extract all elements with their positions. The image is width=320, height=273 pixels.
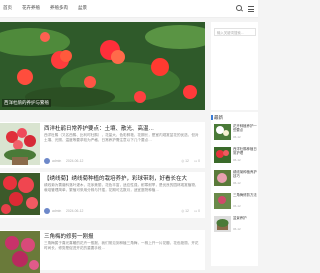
article-meta: admin 2024-06-12 ◎ 12 ▭ 0 (44, 158, 200, 164)
top-bar: 首页 花卉养殖 养殖多肉 盆景 (0, 0, 258, 18)
search-input[interactable]: 输入关键词搜索... (214, 28, 256, 36)
recent-posts-widget: 最新 花卉种植养护一些要点 06-12 西洋杜鹃种植日常护理 06-12 绣线菊… (211, 112, 258, 266)
list-item-date: 06-12 (233, 181, 241, 185)
article-card[interactable]: 三角梅的修剪一刚报 三角梅属于喜光喜暖的花卉一般报，我们常见到种植三角梅，一株上… (0, 230, 205, 273)
article-thumbnail[interactable] (0, 231, 40, 273)
main-content: 西洋杜鹃的养护与繁殖 西洋杜鹃日常养护要点：土壤、散光、高温… 西洋杜鹃（又名西… (0, 22, 205, 273)
list-item-thumbnail[interactable] (214, 193, 231, 209)
list-item[interactable]: 花卉种植养护一些要点 06-12 (214, 124, 258, 142)
list-item-date: 06-12 (233, 135, 241, 139)
view-count: 12 (185, 209, 189, 213)
comment-count: 0 (198, 159, 200, 163)
list-item-thumbnail[interactable] (214, 170, 231, 186)
comment-count: 0 (198, 209, 200, 213)
article-thumbnail[interactable] (0, 173, 40, 215)
list-item-thumbnail[interactable] (214, 147, 231, 163)
sidebar-search-box: 输入关键词搜索... (211, 22, 258, 110)
list-item[interactable]: 盆景养护 06-12 (214, 216, 258, 234)
hero-image (0, 22, 205, 110)
comment-icon: ▭ 0 (193, 209, 200, 213)
list-item[interactable]: 三角梅修剪方法 06-12 (214, 193, 258, 211)
list-item-thumbnail[interactable] (214, 216, 231, 232)
list-item-title[interactable]: 绣线菊种植养护技巧 (233, 170, 258, 179)
sidebar: 输入关键词搜索... 最新 花卉种植养护一些要点 06-12 西洋杜鹃种植日常护… (211, 22, 258, 266)
list-item-title[interactable]: 花卉种植养护一些要点 (233, 124, 258, 133)
article-excerpt: 西洋杜鹃（又名西鹃、比利时杜鹃），花量大、色彩鲜艳、花期长，是室内观赏盆花的优选… (44, 133, 199, 142)
list-item-date: 06-12 (233, 158, 241, 162)
search-icon[interactable] (236, 5, 244, 13)
article-title[interactable]: 西洋杜鹃日常养护要点：土壤、散光、高温… (44, 124, 202, 132)
avatar (44, 208, 50, 214)
article-date: 2024-06-12 (66, 209, 84, 213)
article-title[interactable]: 【绣线菊】绣线菊种植的栽培养护，彩球带刺，好看长在大 (44, 174, 202, 182)
list-item-thumbnail[interactable] (214, 124, 231, 140)
list-item[interactable]: 西洋杜鹃种植日常护理 06-12 (214, 147, 258, 165)
article-meta: admin 2024-06-12 ◎ 12 ▭ 0 (44, 208, 200, 214)
avatar (44, 158, 50, 164)
hero-caption[interactable]: 西洋杜鹃的养护与繁殖 (2, 99, 51, 107)
nav-item-succulents[interactable]: 养殖多肉 (50, 5, 68, 11)
list-item-title[interactable]: 盆景养护 (233, 216, 258, 225)
article-card[interactable]: 西洋杜鹃日常养护要点：土壤、散光、高温… 西洋杜鹃（又名西鹃、比利时杜鹃），花量… (0, 122, 205, 168)
nav-item-flowers[interactable]: 花卉养殖 (22, 5, 40, 11)
list-item-title[interactable]: 三角梅修剪方法 (233, 193, 258, 202)
eye-icon: ◎ 12 (181, 159, 189, 163)
list-item-date: 06-12 (233, 204, 241, 208)
article-card[interactable]: 【绣线菊】绣线菊种植的栽培养护，彩球带刺，好看长在大 绣线菊为蔷薇科落叶灌木，花… (0, 172, 205, 218)
view-count: 12 (185, 159, 189, 163)
article-title[interactable]: 三角梅的修剪一刚报 (44, 232, 202, 240)
article-excerpt: 三角梅属于喜光喜暖的花卉一般报，我们常见到种植三角梅，一株上开一片花瓣，花色艳丽… (44, 241, 199, 250)
comment-icon: ▭ 0 (193, 159, 200, 163)
widget-title: 最新 (211, 115, 223, 120)
nav-item-home[interactable]: 首页 (3, 5, 12, 11)
article-thumbnail[interactable] (0, 123, 40, 165)
menu-icon[interactable] (248, 5, 256, 13)
article-date: 2024-06-12 (66, 159, 84, 163)
list-item-title[interactable]: 西洋杜鹃种植日常护理 (233, 147, 258, 156)
article-author[interactable]: admin (52, 209, 61, 213)
hero-banner[interactable]: 西洋杜鹃的养护与繁殖 (0, 22, 205, 110)
main-nav: 首页 花卉养殖 养殖多肉 盆景 (3, 5, 87, 11)
list-item-date: 06-12 (233, 227, 241, 231)
eye-icon: ◎ 12 (181, 209, 189, 213)
article-excerpt: 绣线菊为蔷薇科落叶灌木，花序美丽，花色丰富，适应性强，耐寒耐旱，是优良的园林观赏… (44, 183, 199, 192)
list-item[interactable]: 绣线菊种植养护技巧 06-12 (214, 170, 258, 188)
article-author[interactable]: admin (52, 159, 61, 163)
nav-item-bonsai[interactable]: 盆景 (78, 5, 87, 11)
